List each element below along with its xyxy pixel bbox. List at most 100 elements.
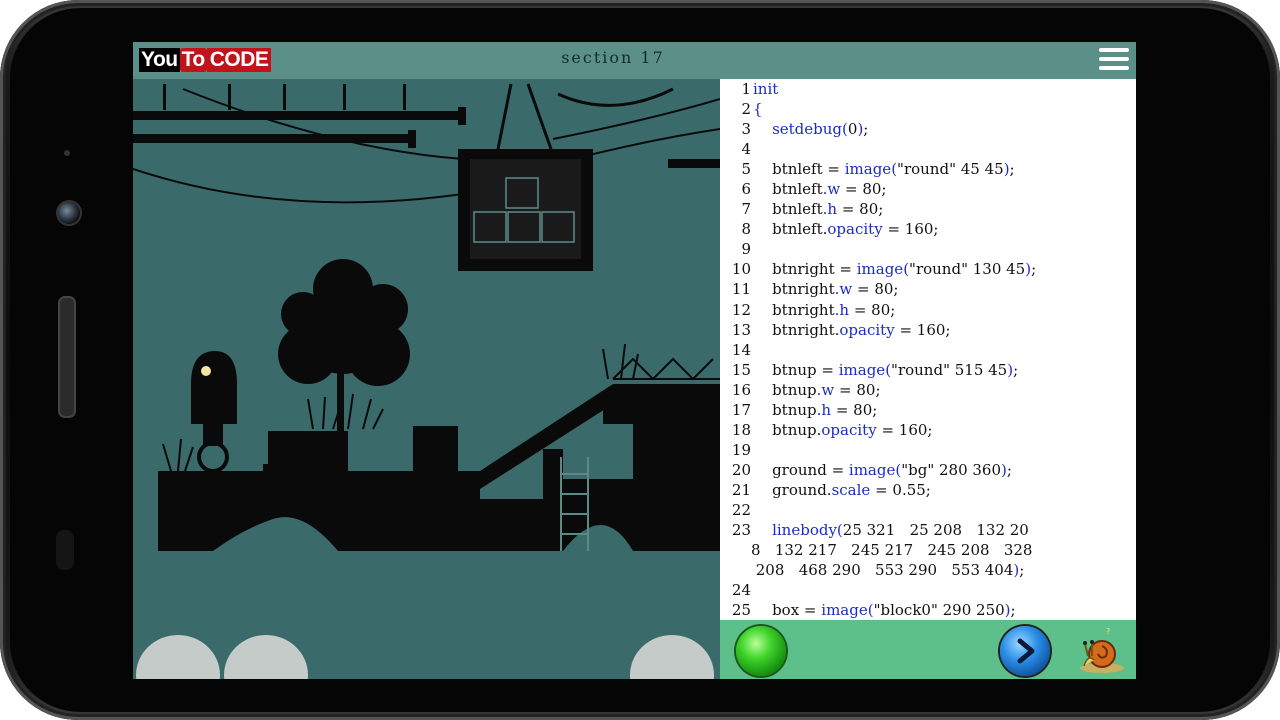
hanging-crate [458,149,593,271]
line-text: btnright = image("round" 130 45); [753,260,1037,279]
code-line[interactable]: 19 [720,440,1136,460]
line-text: setdebug(0); [772,120,869,139]
line-text: ground.scale = 0.55; [753,480,931,499]
line-number: 15 [731,360,751,379]
code-line[interactable]: 22 [720,500,1136,520]
code-line[interactable]: 18 btnup.opacity = 160; [720,420,1136,440]
code-line[interactable]: 5 btnleft = image("round" 45 45); [720,159,1136,179]
top-bar: You To CODE section 17 [133,42,1136,79]
line-number: 5 [741,160,751,179]
line-text: init [753,80,779,98]
line-number: 17 [731,400,751,419]
line-text: ground = image("bg" 280 360); [753,460,1012,479]
code-line[interactable]: 13 btnright.opacity = 160; [720,320,1136,340]
line-text: btnright.w = 80; [753,280,899,299]
line-number: 21 [731,480,751,499]
chevron-right-icon [1017,638,1035,664]
code-line[interactable]: 2{ [720,99,1136,119]
line-number: 24 [731,581,751,600]
line-text: btnleft = image("round" 45 45); [753,160,1015,179]
code-line[interactable]: 11 btnright.w = 80; [720,279,1136,299]
code-line[interactable]: 23 linebody(25 321 25 208 132 20 [720,520,1136,540]
line-number: 16 [731,380,751,399]
line-number: 3 [741,120,751,139]
line-number: 11 [731,280,751,299]
line-number: 18 [731,420,751,439]
line-number: 19 [731,440,751,459]
line-text: 208 468 290 553 290 553 404); [751,561,1025,580]
game-scene [133,83,720,551]
code-line[interactable]: 21 ground.scale = 0.55; [720,480,1136,500]
code-line[interactable]: 24 [720,580,1136,600]
wires-silhouette [133,88,720,204]
line-number: 12 [731,300,751,319]
line-number: 14 [731,340,751,359]
code-line[interactable]: 1 init [720,79,1136,99]
line-text: btnup = image("round" 515 45); [753,360,1019,379]
earpiece-speaker [58,296,76,418]
code-line[interactable]: 12 btnright.h = 80; [720,300,1136,320]
code-line[interactable]: 208 468 290 553 290 553 404); [720,560,1136,580]
line-number: 6 [741,180,751,199]
line-number: 13 [731,320,751,339]
bottom-toolbar: ? [720,620,1136,679]
ground-silhouette [158,384,720,551]
line-number: 22 [731,500,751,519]
side-sensor [56,530,74,570]
line-number: 2 [741,100,751,119]
line-text: btnright.h = 80; [753,300,896,319]
line-number: 23 [731,521,751,540]
railing [612,357,720,381]
logo-to: To [179,48,207,72]
code-line[interactable]: 17 btnup.h = 80; [720,400,1136,420]
robot-player [191,351,237,473]
code-editor[interactable]: 1 init 2{3 setdebug(0); 4 5 btnleft = image(… [720,79,1136,620]
line-text: btnleft.opacity = 160; [753,220,939,239]
hamburger-menu-icon[interactable] [1099,48,1129,74]
line-number: 9 [741,240,751,259]
line-number: 4 [741,140,751,159]
line-text: linebody(25 321 25 208 132 20 [772,521,1029,540]
run-button[interactable] [736,626,786,676]
next-button[interactable] [1000,626,1050,676]
line-number: 7 [741,200,751,219]
line-number: 10 [731,260,751,279]
front-camera-icon [56,200,82,226]
line-text: btnup.opacity = 160; [753,420,933,439]
code-line[interactable]: 3 setdebug(0); [720,119,1136,139]
line-text: btnleft.h = 80; [753,200,884,219]
logo-you: You [139,48,180,72]
app-screen: You To CODE section 17 1 init 2 {3 setd… [133,42,1136,679]
game-canvas[interactable] [133,79,720,679]
code-line[interactable]: 20 ground = image("bg" 280 360); [720,460,1136,480]
line-number: 8 [741,220,751,239]
tree-silhouette [278,259,410,449]
sensor-dot [64,150,70,156]
line-text: btnup.h = 80; [753,400,878,419]
chains-silhouette [496,83,674,150]
line-number: 1 [741,80,751,98]
logo-code: CODE [206,48,272,72]
line-text: box = image("block0" 290 250); [753,601,1016,620]
code-line[interactable]: 25 box = image("block0" 290 250); [720,600,1136,620]
code-line[interactable]: 7 btnleft.h = 80; [720,199,1136,219]
line-text: 8 132 217 245 217 245 208 328 [751,541,1033,560]
line-text: { [753,100,763,119]
code-line[interactable]: 6 btnleft.w = 80; [720,179,1136,199]
youtocode-logo: You To CODE [139,46,272,74]
line-number: 25 [731,601,751,620]
line-text: btnright.opacity = 160; [753,320,951,339]
line-text: btnup.w = 80; [753,380,881,399]
code-line[interactable]: 14 [720,340,1136,360]
snail-mascot-icon[interactable]: ? [1076,624,1128,676]
code-line[interactable]: 9 [720,239,1136,259]
svg-text:?: ? [1106,627,1110,636]
line-text: btnleft.w = 80; [753,180,887,199]
code-line[interactable]: 16 btnup.w = 80; [720,380,1136,400]
code-line[interactable]: 8 132 217 245 217 245 208 328 [720,540,1136,560]
code-line[interactable]: 10 btnright = image("round" 130 45); [720,259,1136,279]
code-line[interactable]: 4 [720,139,1136,159]
line-number: 20 [731,460,751,479]
code-line[interactable]: 15 btnup = image("round" 515 45); [720,360,1136,380]
code-line[interactable]: 8 btnleft.opacity = 160; [720,219,1136,239]
